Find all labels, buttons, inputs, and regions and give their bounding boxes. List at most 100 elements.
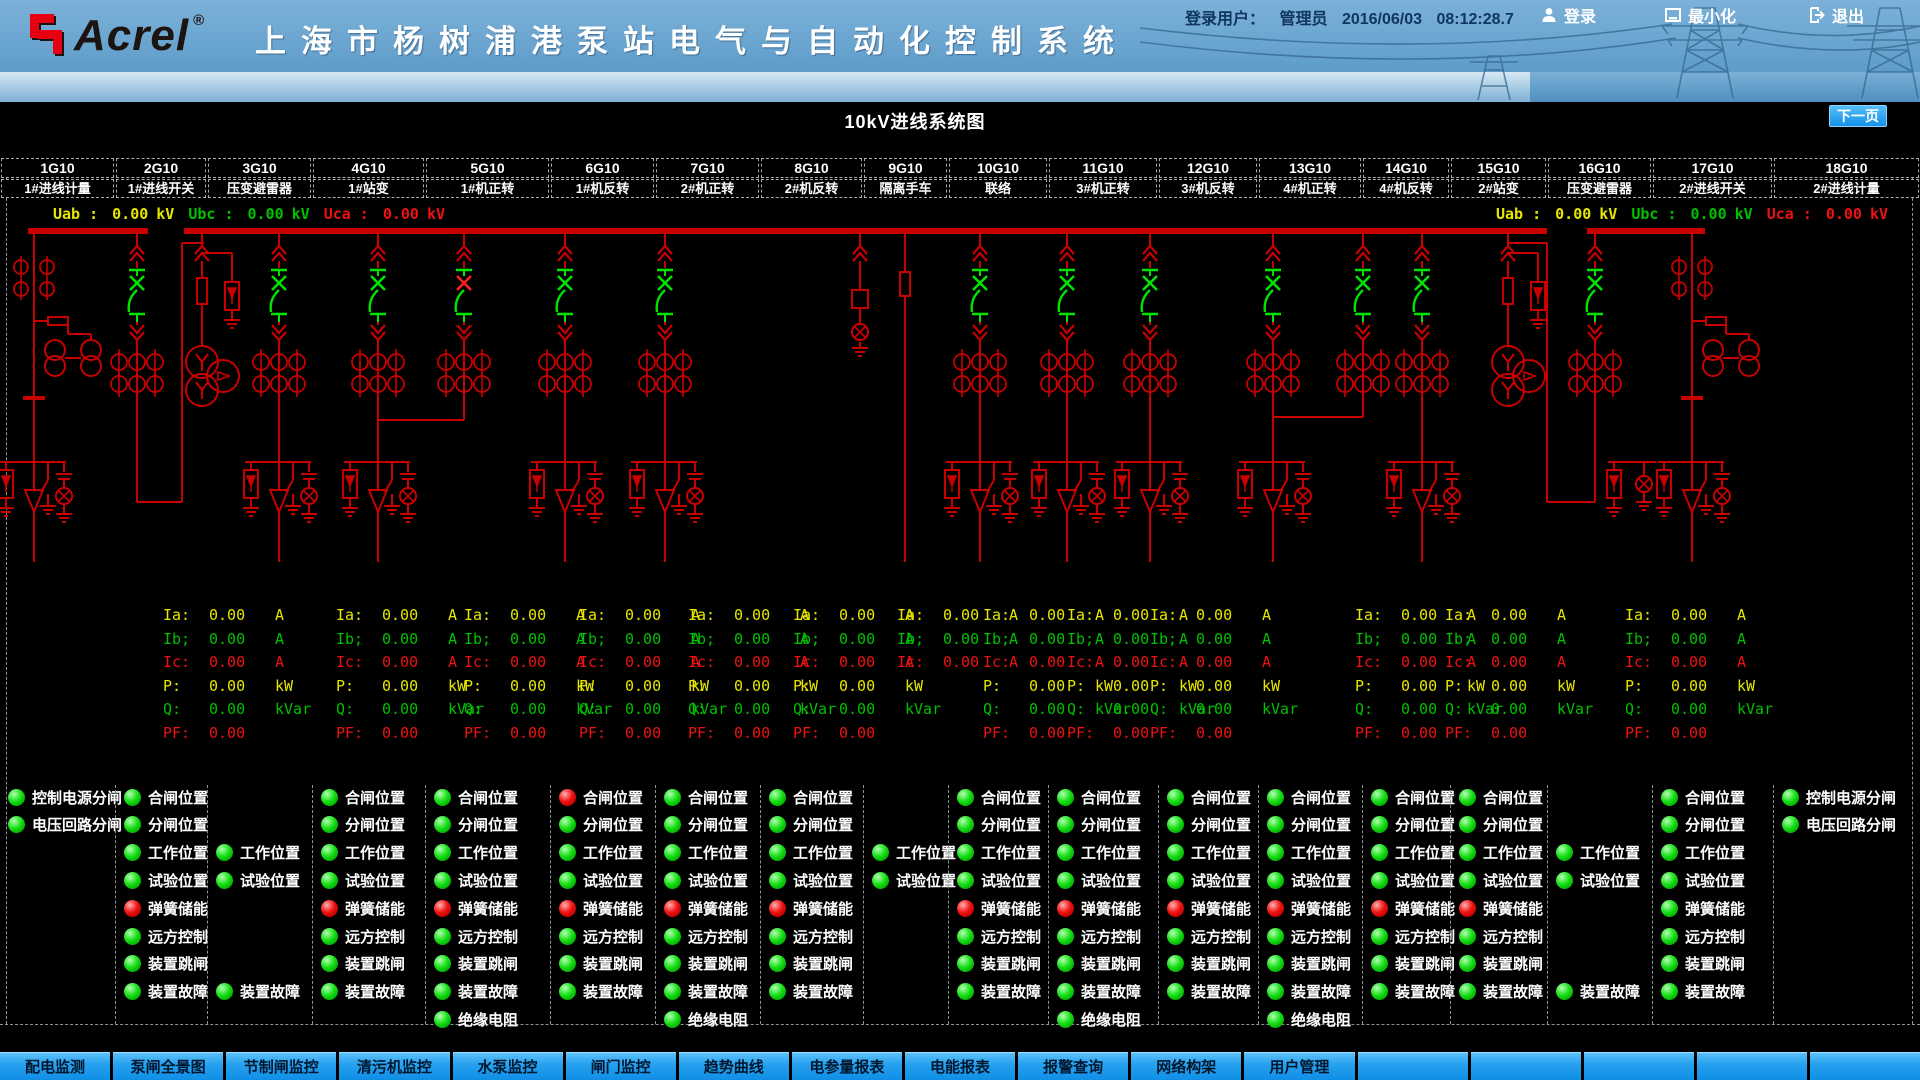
status-indicator: 远方控制 (1167, 926, 1251, 946)
led-green-icon (124, 844, 141, 862)
feeder-column-18G10: 18G10 2#进线计量 (1773, 158, 1920, 200)
led-green-icon (957, 871, 974, 889)
status-indicator: 弹簧储能 (1371, 898, 1455, 918)
led-red-icon (321, 899, 338, 917)
status-indicator: 远方控制 (1459, 926, 1543, 946)
led-green-icon (434, 844, 451, 862)
status-indicator: 试验位置 (872, 870, 956, 890)
led-green-icon (216, 871, 233, 889)
status-label: 装置跳闸 (583, 956, 644, 974)
column-id: 15G10 (1451, 158, 1546, 178)
status-indicator: 装置故障 (434, 982, 518, 1002)
led-green-icon (1661, 927, 1678, 945)
status-column-15G10: 合闸位置 分闸位置 工作位置 试验位置 弹簧储能 远方控制 装置跳闸 装置故障 (1450, 785, 1547, 1024)
minimize-button[interactable]: 最小化 (1664, 4, 1736, 26)
led-red-icon (434, 899, 451, 917)
status-label: 绝缘电阻 (1291, 1011, 1352, 1029)
led-green-icon (664, 955, 681, 973)
led-red-icon (1267, 899, 1284, 917)
nav-tab-泵闸全景图[interactable]: 泵闸全景图 (113, 1052, 224, 1080)
status-label: 合闸位置 (1081, 789, 1142, 807)
status-label: 工作位置 (583, 845, 644, 863)
nav-tab-闸门监控[interactable]: 闸门监控 (565, 1052, 676, 1080)
login-button[interactable]: 登录 (1540, 4, 1596, 26)
voltage-readout: Uab :0.00 kV (53, 205, 175, 223)
led-green-icon (957, 927, 974, 945)
exit-button[interactable]: 退出 (1808, 4, 1864, 26)
led-red-icon (1057, 899, 1074, 917)
status-label: 工作位置 (1395, 845, 1456, 863)
nav-tab-配电监测[interactable]: 配电监测 (0, 1052, 111, 1080)
led-green-icon (1371, 955, 1388, 973)
nav-tab-用户管理[interactable]: 用户管理 (1244, 1052, 1355, 1080)
status-label: 合闸位置 (1191, 789, 1252, 807)
measurement-row: Q: 0.00 kVar (336, 700, 485, 718)
nav-tab-趋势曲线[interactable]: 趋势曲线 (678, 1052, 789, 1080)
status-indicator: 试验位置 (769, 870, 853, 890)
status-indicator: 装置故障 (1167, 982, 1251, 1002)
status-label: 装置故障 (688, 984, 749, 1002)
nav-tab-节制闸监控[interactable]: 节制闸监控 (226, 1052, 337, 1080)
status-label: 绝缘电阻 (1081, 1011, 1142, 1029)
led-green-icon (664, 844, 681, 862)
status-label: 试验位置 (1483, 872, 1544, 890)
status-label: 弹簧储能 (793, 900, 854, 918)
led-green-icon (957, 844, 974, 862)
feeder-column-3G10: 3G10 压变避雷器 (207, 158, 312, 200)
measurement-row: Q: 0.00 kVar (1625, 700, 1774, 718)
feeder-column-6G10: 6G10 1#机反转 (550, 158, 655, 200)
led-green-icon (434, 1010, 451, 1028)
status-label: 装置故障 (1291, 984, 1352, 1002)
status-indicator: 试验位置 (1371, 870, 1455, 890)
status-indicator: 分闸位置 (957, 815, 1041, 835)
nav-tab-报警查询[interactable]: 报警查询 (1018, 1052, 1129, 1080)
nav-tab-电参量报表[interactable]: 电参量报表 (791, 1052, 902, 1080)
status-label: 远方控制 (1081, 928, 1142, 946)
led-green-icon (1661, 955, 1678, 973)
next-page-button[interactable]: 下一页 (1829, 105, 1887, 127)
status-label: 装置故障 (1395, 984, 1456, 1002)
status-label: 试验位置 (1291, 872, 1352, 890)
status-indicator: 试验位置 (434, 870, 518, 890)
nav-tab-电能报表[interactable]: 电能报表 (905, 1052, 1016, 1080)
status-column-7G10: 合闸位置 分闸位置 工作位置 试验位置 弹簧储能 远方控制 装置跳闸 装置故障 … (655, 785, 760, 1029)
column-id: 3G10 (208, 158, 311, 178)
status-column-1G10: 控制电源分闸 电压回路分闸 (0, 785, 122, 1024)
nav-tab-empty (1696, 1052, 1807, 1080)
led-red-icon (1371, 899, 1388, 917)
column-label: 3#机反转 (1159, 179, 1257, 198)
status-label: 电压回路分闸 (1806, 817, 1897, 835)
led-green-icon (321, 844, 338, 862)
status-label: 远方控制 (1685, 928, 1746, 946)
column-label: 2#站变 (1451, 179, 1546, 198)
nav-tab-水泵监控[interactable]: 水泵监控 (452, 1052, 563, 1080)
status-label: 装置故障 (458, 984, 519, 1002)
led-green-icon (1167, 844, 1184, 862)
status-indicator: 试验位置 (124, 870, 208, 890)
led-green-icon (1057, 955, 1074, 973)
status-indicator: 试验位置 (664, 870, 748, 890)
led-green-icon (1556, 871, 1573, 889)
nav-tab-网络构架[interactable]: 网络构架 (1131, 1052, 1242, 1080)
led-green-icon (1459, 788, 1476, 806)
status-indicator: 弹簧储能 (321, 898, 405, 918)
minimize-icon (1665, 8, 1681, 22)
led-green-icon (321, 983, 338, 1001)
led-green-icon (769, 788, 786, 806)
status-indicator: 绝缘电阻 (1267, 1009, 1351, 1029)
status-indicator: 装置故障 (957, 982, 1041, 1002)
status-indicator: 合闸位置 (1661, 787, 1745, 807)
led-green-icon (434, 871, 451, 889)
nav-tab-清污机监控[interactable]: 清污机监控 (339, 1052, 450, 1080)
measurement-row: Q: 0.00 kVar (163, 700, 312, 718)
status-indicator: 工作位置 (1167, 843, 1251, 863)
status-indicator: 装置跳闸 (1057, 954, 1141, 974)
status-indicator: 试验位置 (559, 870, 643, 890)
led-green-icon (124, 871, 141, 889)
led-green-icon (1057, 816, 1074, 834)
status-indicator: 远方控制 (1267, 926, 1351, 946)
status-label: 装置故障 (345, 984, 406, 1002)
status-indicator: 装置跳闸 (769, 954, 853, 974)
led-green-icon (1167, 788, 1184, 806)
led-green-icon (1057, 788, 1074, 806)
